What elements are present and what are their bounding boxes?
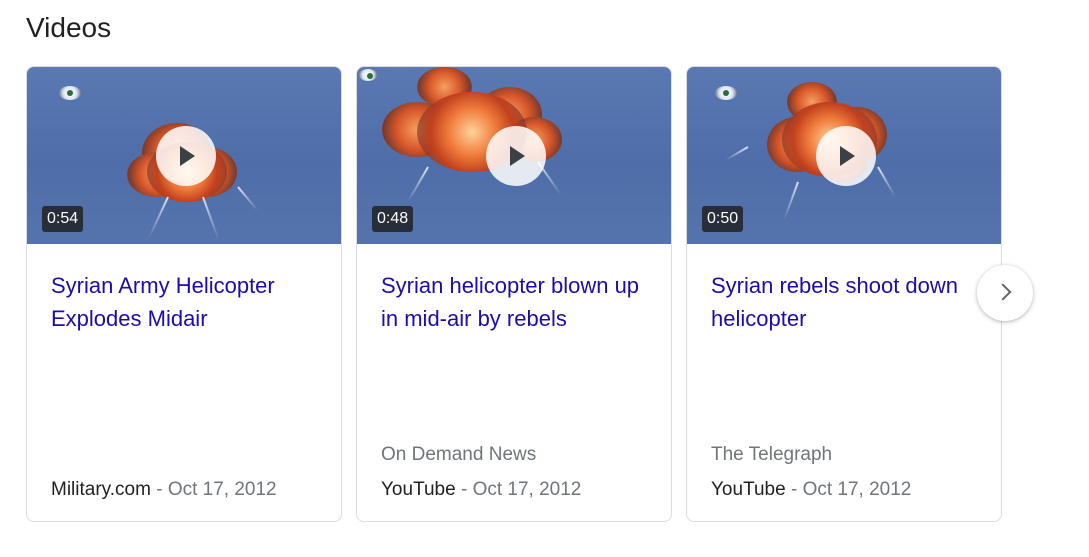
chevron-right-icon <box>994 283 1012 301</box>
video-title-link[interactable]: Syrian rebels shoot down helicopter <box>711 269 981 335</box>
video-thumbnail[interactable]: 0:50 <box>687 67 1001 244</box>
publish-date: Oct 17, 2012 <box>802 479 912 500</box>
channel-name: On Demand News <box>381 444 537 465</box>
publish-date: Oct 17, 2012 <box>472 479 582 500</box>
publish-date: Oct 17, 2012 <box>167 479 277 500</box>
channel-logo-icon <box>715 86 737 100</box>
video-source: YouTube - Oct 17, 2012 <box>381 479 581 501</box>
play-icon <box>180 146 195 166</box>
video-source: YouTube - Oct 17, 2012 <box>711 479 911 501</box>
source-name: Military.com <box>51 479 151 500</box>
video-title-link[interactable]: Syrian Army Helicopter Explodes Midair <box>51 269 321 335</box>
source-name: YouTube <box>381 479 456 500</box>
video-thumbnail[interactable]: 0:54 <box>27 67 341 244</box>
channel-name: The Telegraph <box>711 444 833 465</box>
source-separator: - <box>150 479 168 500</box>
play-icon <box>840 146 855 166</box>
channel-logo-icon <box>359 69 377 81</box>
play-icon <box>510 146 525 166</box>
source-separator: - <box>455 479 473 500</box>
video-thumbnail[interactable]: 0:48 <box>357 67 671 244</box>
video-duration: 0:50 <box>702 206 744 232</box>
play-button[interactable] <box>816 126 876 186</box>
source-name: YouTube <box>711 479 786 500</box>
video-title-link[interactable]: Syrian helicopter blown up in mid-air by… <box>381 269 651 335</box>
video-card[interactable]: 0:54 Syrian Army Helicopter Explodes Mid… <box>26 66 342 522</box>
video-source: Military.com - Oct 17, 2012 <box>51 479 277 501</box>
channel-logo-icon <box>59 86 81 100</box>
source-separator: - <box>785 479 803 500</box>
video-duration: 0:54 <box>42 206 84 232</box>
section-title: Videos <box>26 12 112 43</box>
play-button[interactable] <box>486 126 546 186</box>
play-button[interactable] <box>156 126 216 186</box>
video-card[interactable]: 0:48 Syrian helicopter blown up in mid-a… <box>356 66 672 522</box>
video-card[interactable]: 0:50 Syrian rebels shoot down helicopter… <box>686 66 1002 522</box>
carousel-next-button[interactable] <box>977 265 1033 321</box>
video-duration: 0:48 <box>372 206 414 232</box>
